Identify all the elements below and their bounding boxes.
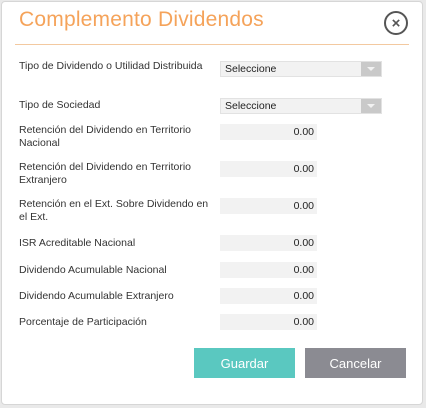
ret-ext-sobre-dividendo-label: Retención en el Ext. Sobre Dividendo en … <box>19 198 209 223</box>
guardar-button[interactable]: Guardar <box>194 348 295 378</box>
title-divider <box>15 44 409 45</box>
tipo-dividendo-value: Seleccione <box>225 63 277 75</box>
tipo-sociedad-value: Seleccione <box>225 100 277 112</box>
cancelar-button[interactable]: Cancelar <box>305 348 406 378</box>
ret-territorio-extranjero-label: Retención del Dividendo en Territorio Ex… <box>19 161 191 186</box>
close-icon[interactable]: × <box>384 11 408 35</box>
ret-territorio-extranjero-input[interactable] <box>220 161 317 177</box>
ret-territorio-nacional-label: Retención del Dividendo en Territorio Na… <box>19 124 191 149</box>
dividendo-acum-nacional-input[interactable] <box>220 262 317 278</box>
isr-acreditable-nacional-label: ISR Acreditable Nacional <box>19 237 136 249</box>
ret-territorio-nacional-input[interactable] <box>220 124 317 140</box>
complemento-dividendos-dialog: Complemento Dividendos × Tipo de Dividen… <box>1 1 423 405</box>
tipo-dividendo-label: Tipo de Dividendo o Utilidad Distribuida <box>19 60 203 72</box>
tipo-sociedad-select[interactable]: Seleccione <box>220 98 382 114</box>
dividendo-acum-extranjero-label: Dividendo Acumulable Extranjero <box>19 290 174 302</box>
ret-ext-sobre-dividendo-input[interactable] <box>220 198 317 214</box>
chevron-down-icon[interactable] <box>361 99 381 113</box>
dividendo-acum-extranjero-input[interactable] <box>220 288 317 304</box>
tipo-sociedad-label: Tipo de Sociedad <box>19 99 101 111</box>
tipo-dividendo-select[interactable]: Seleccione <box>220 61 382 77</box>
porcentaje-participacion-input[interactable] <box>220 314 317 330</box>
isr-acreditable-nacional-input[interactable] <box>220 235 317 251</box>
chevron-down-icon[interactable] <box>361 62 381 76</box>
porcentaje-participacion-label: Porcentaje de Participación <box>19 316 147 328</box>
dialog-title: Complemento Dividendos <box>19 8 264 31</box>
dividendo-acum-nacional-label: Dividendo Acumulable Nacional <box>19 264 167 276</box>
